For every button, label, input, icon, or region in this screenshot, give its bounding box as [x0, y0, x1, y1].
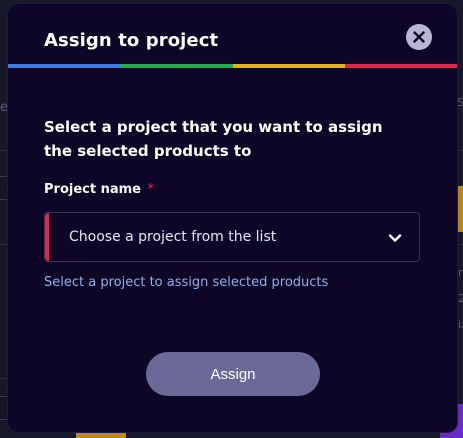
bg-product-thumbnail	[76, 432, 126, 438]
divider-segment-red	[344, 64, 457, 68]
divider-segment-yellow	[232, 64, 345, 68]
bg-product-thumbnail	[457, 186, 463, 232]
modal-title: Assign to project	[44, 30, 219, 51]
project-select[interactable]: Choose a project from the list	[44, 212, 420, 262]
bg-divider	[0, 378, 8, 379]
assign-to-project-modal: Assign to project Select a project that …	[8, 4, 457, 432]
bg-input	[0, 176, 8, 200]
project-name-label-text: Project name	[44, 182, 141, 197]
bg-divider	[0, 244, 8, 245]
close-button[interactable]	[406, 24, 432, 50]
close-icon	[413, 31, 425, 43]
bg-input	[0, 396, 8, 420]
bg-text: na	[458, 266, 463, 279]
select-error-accent	[45, 213, 49, 261]
bg-divider	[457, 150, 463, 151]
bg-text: Sc	[457, 96, 463, 109]
bg-text: e	[0, 100, 8, 115]
rainbow-divider	[8, 64, 457, 68]
divider-segment-green	[120, 64, 233, 68]
assign-button[interactable]: Assign	[146, 352, 320, 396]
divider-segment-blue	[8, 64, 121, 68]
select-placeholder: Choose a project from the list	[69, 229, 277, 245]
chevron-down-icon	[388, 234, 402, 242]
bg-text: 2	[458, 292, 463, 305]
project-name-label: Project name *	[44, 182, 154, 197]
bg-text: iz	[458, 318, 463, 331]
modal-description: Select a project that you want to assign…	[44, 118, 383, 160]
bg-divider	[457, 244, 463, 245]
select-helper-text: Select a project to assign selected prod…	[44, 275, 329, 290]
bg-divider	[0, 150, 8, 151]
required-marker: *	[147, 182, 155, 197]
